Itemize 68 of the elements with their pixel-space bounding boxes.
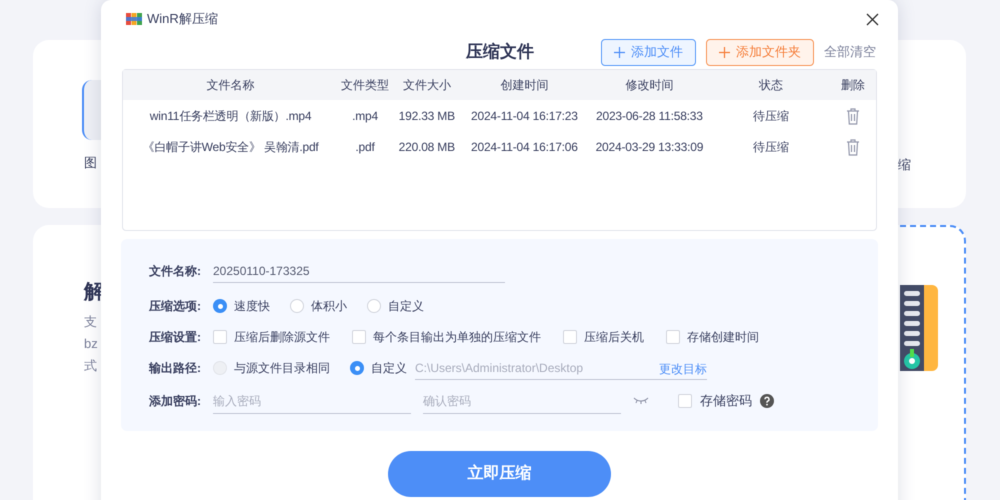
table-cell-text: 192.33 MB [398,108,456,125]
plus-icon [614,46,625,58]
clear-all-link[interactable]: 全部清空 [824,42,876,62]
radio-button[interactable] [290,299,304,313]
confirm-password-field[interactable]: 确认密码 [423,388,621,414]
filename-field[interactable]: 20250110-173325 [213,259,505,283]
add-button[interactable]: 添加文件夹 [706,38,814,66]
checkbox[interactable] [666,330,680,344]
table-cell-text: 2024-11-04 16:17:23 [470,108,579,125]
radio-button[interactable] [350,361,364,375]
checkbox-label: 存储创建时间 [687,329,759,346]
column-header: 修改时间 [624,77,674,94]
table-cell-text: 2024-11-04 16:17:06 [470,139,579,156]
text-fragment: bz [84,335,99,353]
checkbox[interactable] [678,394,692,408]
column-header: 删除 [840,77,866,94]
eye-closed-icon[interactable] [633,397,649,405]
caption-fragment: 图 [84,154,97,172]
close-button[interactable] [864,11,880,27]
caption-fragment: 缩 [898,157,911,172]
table-cell-text: .pdf [354,139,376,156]
radio-label: 速度快 [234,298,270,315]
field-label: 添加密码: [149,393,202,410]
change-target-link[interactable]: 更改目标 [659,360,707,378]
table-cell-text: .mp4 [351,108,379,125]
column-header: 文件类型 [340,77,390,94]
table-cell-text: 2024-03-29 13:33:09 [594,139,704,156]
column-header: 文件名称 [206,77,256,94]
column-header: 创建时间 [499,77,550,94]
plus-icon [719,46,730,58]
text-fragment: 式 [84,357,98,375]
radio-label: 体积小 [311,298,347,315]
window-title: WinR解压缩 [147,10,218,28]
field-label: 输出路径: [149,360,202,377]
table-cell-text: 待压缩 [752,139,790,156]
dialog-heading: 压缩文件 [466,41,534,63]
compress-button[interactable]: 立即压缩 [388,451,611,497]
checkbox[interactable] [213,330,227,344]
checkbox[interactable] [352,330,366,344]
text-fragment: 支 [84,313,98,331]
trash-icon[interactable] [846,108,860,124]
add-button[interactable]: 添加文件 [601,38,696,66]
radio-label: 自定义 [371,360,407,377]
radio-button[interactable] [367,299,381,313]
table-cell-text: win11任务栏透明（新版）.mp4 [148,108,312,125]
checkbox-label: 存储密码 [700,392,752,410]
radio-label: 与源文件目录相同 [234,360,330,377]
trash-icon[interactable] [846,138,860,156]
path-field[interactable]: C:\Users\Administrator\Desktop 更改目标 [415,356,707,380]
help-icon[interactable] [760,394,774,408]
field-label: 压缩设置: [149,329,202,346]
column-header: 状态 [758,77,784,94]
radio-label: 自定义 [388,298,424,315]
table-cell-text: 《白帽子讲Web安全》 吴翰清.pdf [142,139,320,156]
table-cell-text: 220.08 MB [398,139,456,156]
password-field[interactable]: 输入密码 [213,388,411,414]
field-label: 文件名称: [149,263,202,280]
table-cell-text: 待压缩 [752,108,790,125]
field-label: 压缩选项: [149,298,202,315]
checkbox-label: 每个条目输出为单独的压缩文件 [373,329,541,346]
zipper-icon [900,285,938,371]
radio-button[interactable] [213,299,227,313]
checkbox-label: 压缩后删除源文件 [234,329,330,346]
app-logo-icon [126,12,142,26]
checkbox-label: 压缩后关机 [584,329,644,346]
checkbox[interactable] [563,330,577,344]
column-header: 文件大小 [402,77,452,94]
table-cell-text: 2023-06-28 11:58:33 [595,108,704,125]
